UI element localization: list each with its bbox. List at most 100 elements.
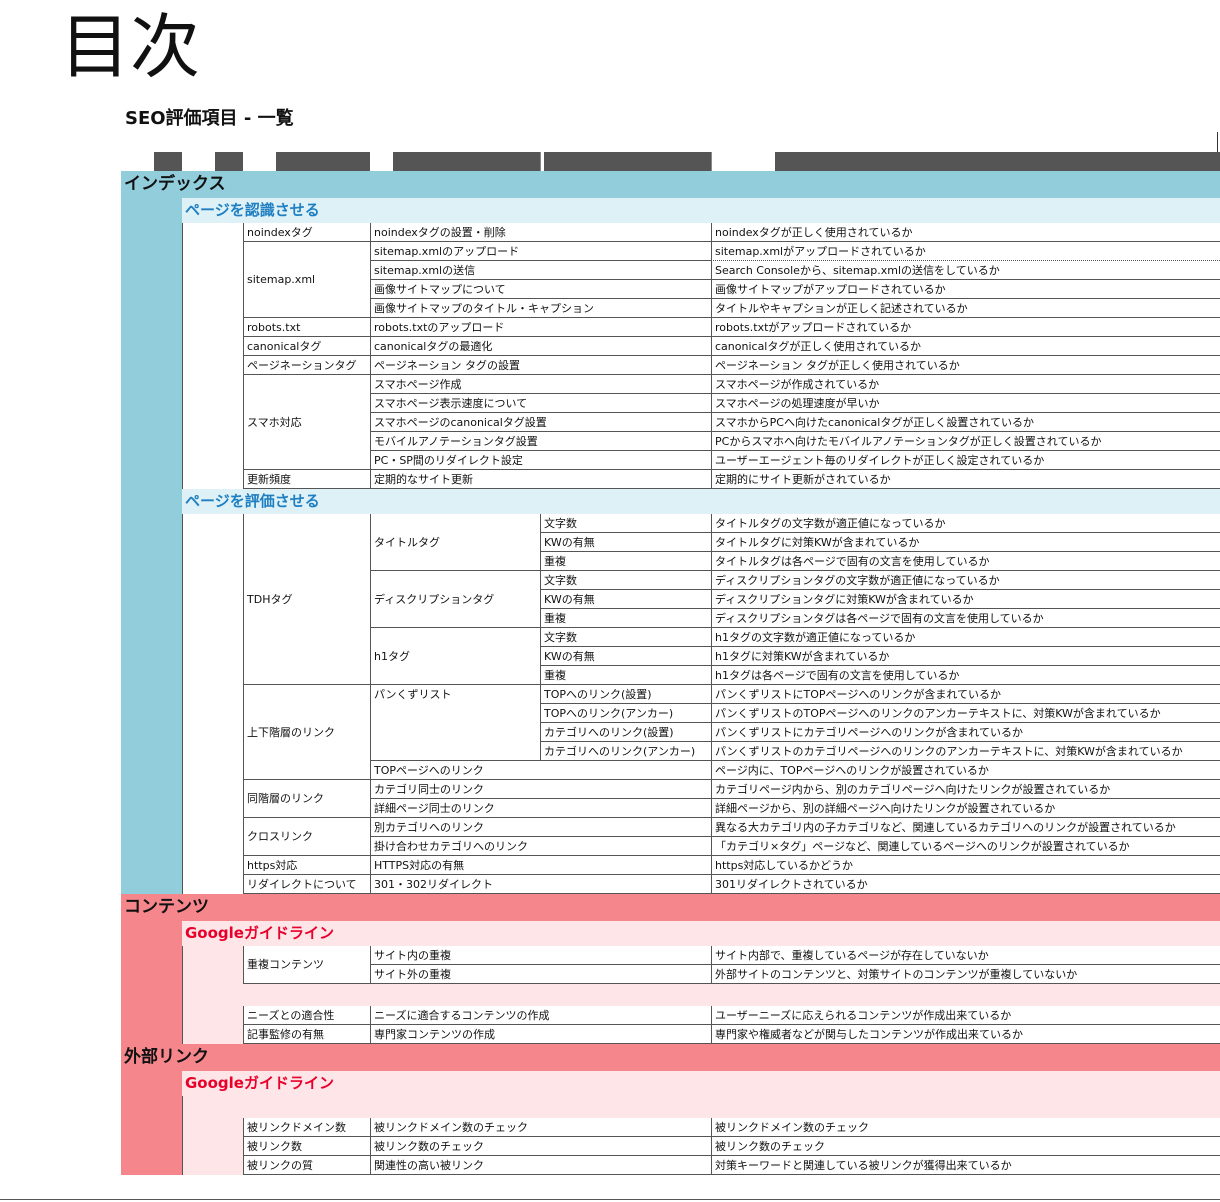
minor-category-cell: リダイレクトについて xyxy=(243,875,370,894)
check-content-cell: タイトルタグは各ページで固有の文言を使用しているか xyxy=(711,552,1220,571)
subcategory-band xyxy=(182,318,243,337)
sub-detail-cell: 文字数 xyxy=(540,571,711,590)
header-sub-detail xyxy=(540,152,544,171)
minor-category-cell: ニーズとの適合性 xyxy=(243,1006,370,1025)
check-content-cell: パンくずリストのカテゴリページへのリンクのアンカーテキストに、対策KWが含まれて… xyxy=(711,742,1220,761)
detail-cell: 被リンクドメイン数のチェック xyxy=(370,1118,711,1137)
check-content-cell: 異なる大カテゴリ内の子カテゴリなど、関連しているカテゴリへのリンクが設置されてい… xyxy=(711,818,1220,837)
subcategory-band xyxy=(182,856,243,875)
detail-cell: ニーズに適合するコンテンツの作成 xyxy=(370,1006,711,1025)
detail-cell: 関連性の高い被リンク xyxy=(370,1156,711,1175)
subcategory-band xyxy=(182,261,243,280)
category-band xyxy=(121,685,182,704)
category-band xyxy=(121,875,182,894)
check-content-cell: robots.txtがアップロードされているか xyxy=(711,318,1220,337)
sub-detail-cell: KWの有無 xyxy=(540,533,711,552)
category-band xyxy=(121,590,182,609)
subcategory-band xyxy=(182,1025,243,1044)
table-row: canonicalタグ canonicalタグの最適化 canonicalタグが正し… xyxy=(121,337,1220,356)
check-content-cell: パンくずリストにカテゴリページへのリンクが含まれているか xyxy=(711,723,1220,742)
subcategory-band xyxy=(182,432,243,451)
check-content-cell: サイト内部で、重複しているページが存在していないか xyxy=(711,946,1220,965)
category-band xyxy=(121,1156,182,1175)
check-content-cell: スマホページが作成されているか xyxy=(711,375,1220,394)
check-content-cell: タイトルタグの文字数が適正値になっているか xyxy=(711,514,1220,533)
check-content-cell: https対応しているかどうか xyxy=(711,856,1220,875)
header-major-category: 大分類 xyxy=(121,152,154,171)
subcategory-band xyxy=(182,1118,243,1137)
category-band xyxy=(121,647,182,666)
page-title: 目次 xyxy=(60,6,200,88)
header-check-content: チェック内容 xyxy=(711,152,775,171)
table-row: sitemap.xml sitemap.xmlのアップロード sitemap.xml… xyxy=(121,242,1220,318)
subcategory-band xyxy=(182,666,243,685)
subcategory-band xyxy=(182,723,243,742)
category-band xyxy=(121,666,182,685)
subcategory-band xyxy=(182,552,243,571)
subcategory-label: Googleガイドライン xyxy=(185,924,334,942)
category-band xyxy=(121,451,182,470)
subcategory-row: Googleガイドライン xyxy=(121,921,1220,946)
category-band xyxy=(121,571,182,590)
subcategory-band xyxy=(182,590,243,609)
category-band xyxy=(121,1096,182,1118)
detail-cell: 被リンク数のチェック xyxy=(370,1137,711,1156)
table-row: 更新頻度 定期的なサイト更新 定期的にサイト更新がされているか xyxy=(121,470,1220,489)
category-band xyxy=(121,1137,182,1156)
check-content-cell: canonicalタグが正しく使用されているか xyxy=(711,337,1220,356)
detail-cell: 301・302リダイレクト xyxy=(370,875,711,894)
subcategory-band xyxy=(182,818,243,837)
minor-category-cell: スマホ対応 xyxy=(243,375,370,470)
detail-cell: 画像サイトマップについて xyxy=(370,280,711,299)
sub-detail-cell: 文字数 xyxy=(540,514,711,533)
subcategory-row: ページを評価させる xyxy=(121,489,1220,514)
subcategory-label: ページを認識させる xyxy=(185,201,320,219)
category-band xyxy=(121,723,182,742)
subcategory-band xyxy=(182,299,243,318)
subcategory-band xyxy=(182,837,243,856)
subcategory-band xyxy=(182,946,243,965)
table-row: スマホ対応 スマホページ作成 スマホページが作成されているか xyxy=(121,375,1220,470)
category-band xyxy=(121,1025,182,1044)
table-row: https対応 HTTPS対応の有無 https対応しているかどうか xyxy=(121,856,1220,875)
subcategory-band xyxy=(182,875,243,894)
subcategory-band xyxy=(182,514,243,533)
detail-cell: noindexタグの設置・削除 xyxy=(370,223,711,242)
subcategory-band xyxy=(182,394,243,413)
subcategory-band xyxy=(182,451,243,470)
category-band xyxy=(121,470,182,489)
subcategory-row: ページを認識させる xyxy=(121,198,1220,223)
category-band xyxy=(121,552,182,571)
subcategory-band xyxy=(182,984,243,1006)
category-band xyxy=(121,356,182,375)
subcategory-band xyxy=(182,780,243,799)
subcategory-band xyxy=(182,223,243,242)
detail-cell: ページネーション タグの設置 xyxy=(370,356,711,375)
category-row: インデックス xyxy=(121,171,1220,198)
check-content-cell: 外部サイトのコンテンツと、対策サイトのコンテンツが重複していないか xyxy=(711,965,1220,984)
category-row: 外部リンク xyxy=(121,1044,1220,1071)
sub-detail-cell: 文字数 xyxy=(540,628,711,647)
category-band xyxy=(121,223,182,242)
category-band xyxy=(121,432,182,451)
subcategory-row: Googleガイドライン xyxy=(121,1071,1220,1096)
category-band xyxy=(121,1006,182,1025)
sub-detail-cell: KWの有無 xyxy=(540,647,711,666)
minor-category-cell: 重複コンテンツ xyxy=(243,946,370,984)
detail-cell: パンくずリスト xyxy=(370,685,540,761)
check-content-cell: h1タグは各ページで固有の文言を使用しているか xyxy=(711,666,1220,685)
check-content-cell: タイトルやキャプションが正しく記述されているか xyxy=(711,299,1220,318)
detail-cell: 定期的なサイト更新 xyxy=(370,470,711,489)
header-detail: 詳細 xyxy=(370,152,393,171)
check-content-cell: スマホページの処理速度が早いか xyxy=(711,394,1220,413)
subcategory-band xyxy=(182,280,243,299)
category-band xyxy=(121,946,182,965)
subcategory-band xyxy=(182,628,243,647)
detail-cell: カテゴリ同士のリンク xyxy=(370,780,711,799)
detail-cell: 掛け合わせカテゴリへのリンク xyxy=(370,837,711,856)
check-content-cell: タイトルタグに対策KWが含まれているか xyxy=(711,533,1220,552)
table-row: noindexタグ noindexタグの設置・削除 noindexタグが正しく使用さ… xyxy=(121,223,1220,242)
category-row: コンテンツ xyxy=(121,894,1220,921)
detail-cell: タイトルタグ xyxy=(370,514,540,571)
table-row: TDHタグ タイトルタグ 文字数 タイトルタグの文字数が適正値になっているか xyxy=(121,514,1220,685)
